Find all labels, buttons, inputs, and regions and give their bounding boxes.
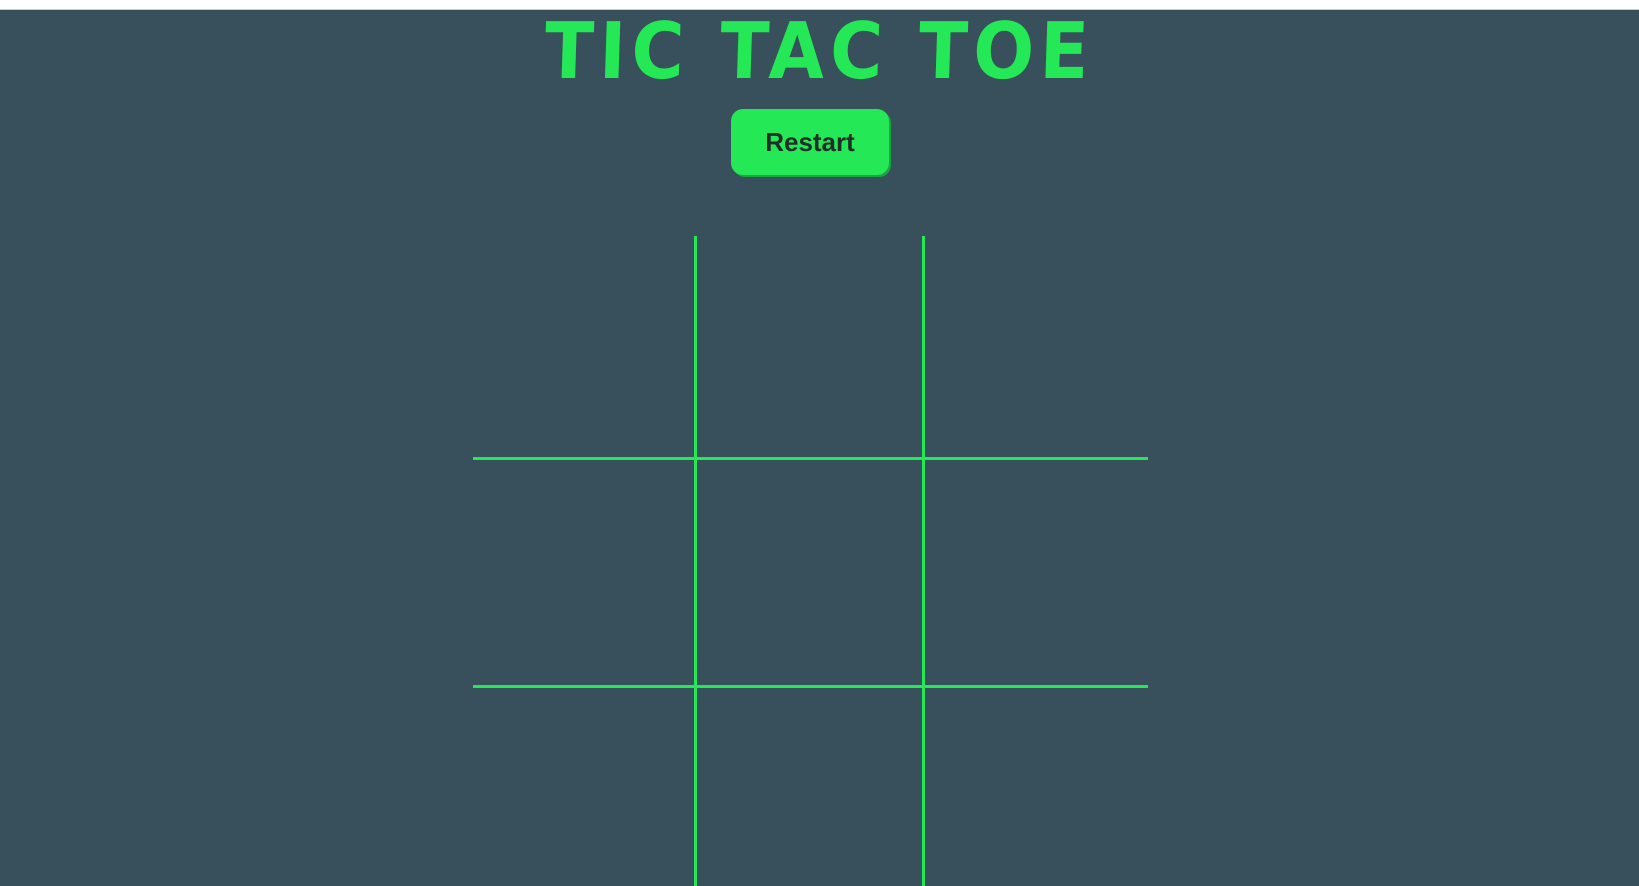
game-container: TIC TAC TOE Restart <box>0 7 1639 886</box>
page-title: TIC TAC TOE <box>543 7 1096 97</box>
board-cell-5[interactable] <box>697 460 922 685</box>
restart-button[interactable]: Restart <box>731 109 889 175</box>
board-cell-9[interactable] <box>922 685 1148 886</box>
board-cell-3[interactable] <box>922 236 1148 460</box>
board-cell-6[interactable] <box>922 460 1148 685</box>
board-cell-8[interactable] <box>697 685 922 886</box>
board-cell-4[interactable] <box>473 460 697 685</box>
board-cell-7[interactable] <box>473 685 697 886</box>
board-cell-1[interactable] <box>473 236 697 460</box>
board-cell-2[interactable] <box>697 236 922 460</box>
game-board <box>473 236 1148 886</box>
